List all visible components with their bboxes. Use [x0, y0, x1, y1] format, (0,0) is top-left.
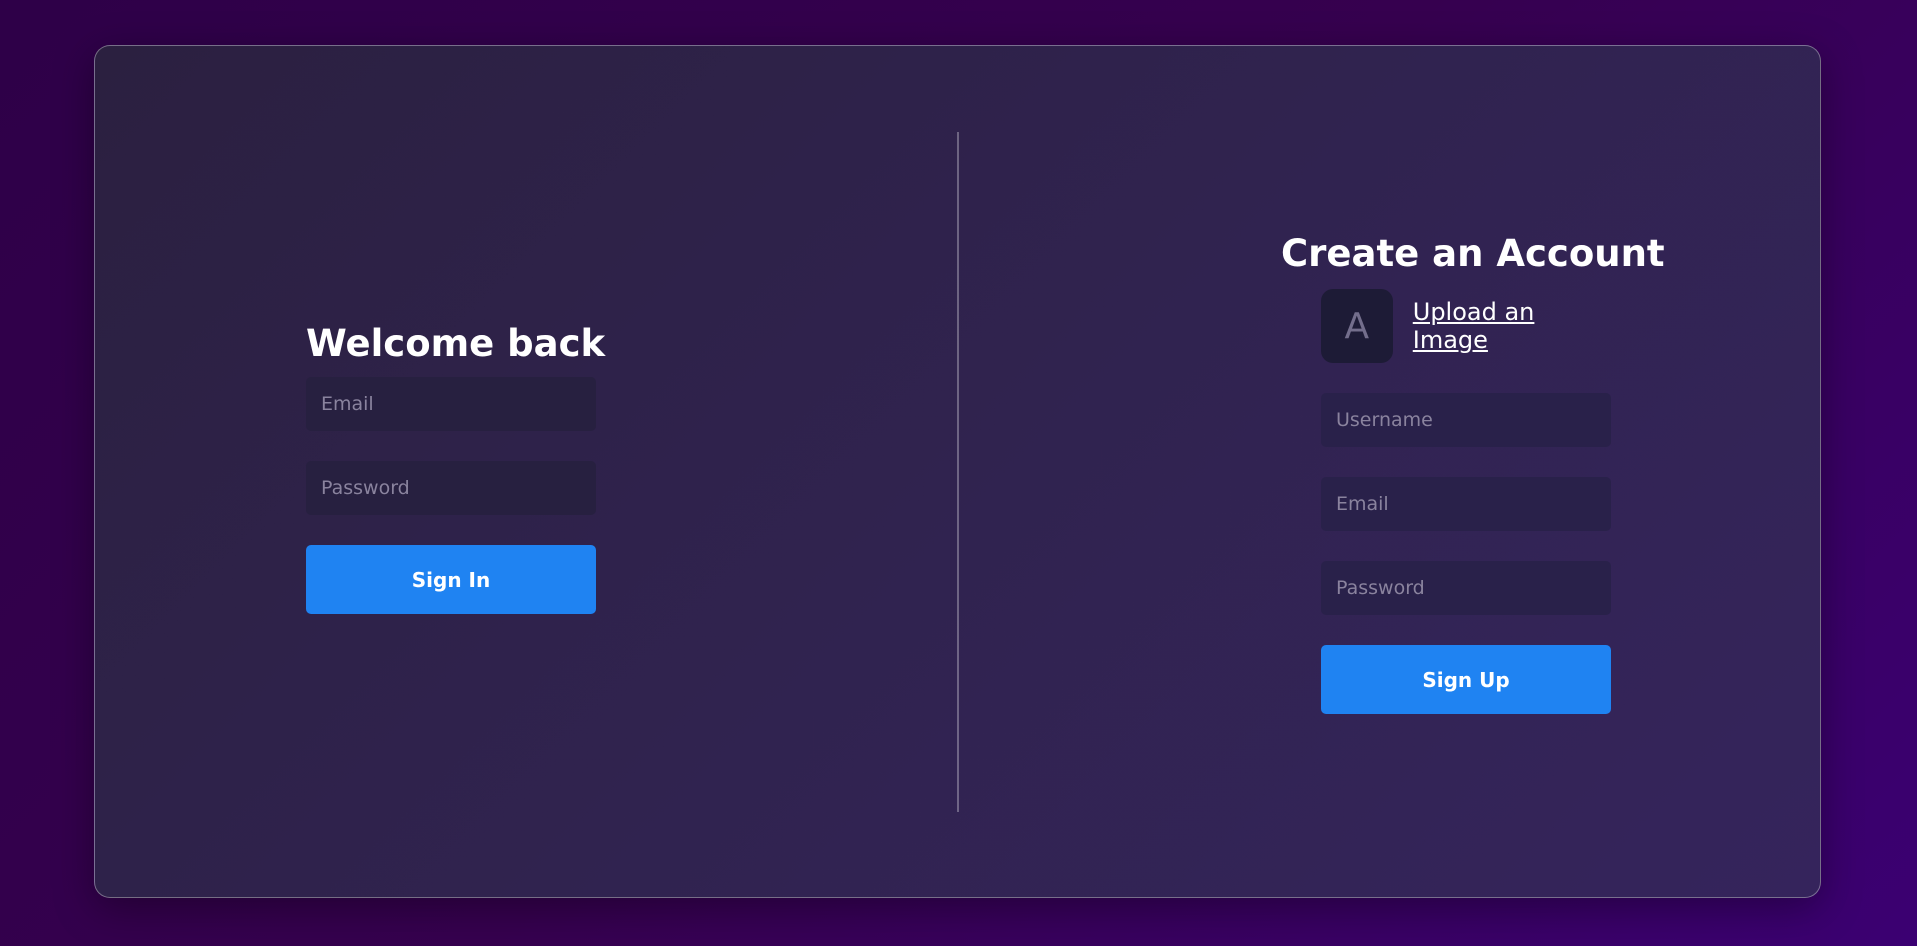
signup-title: Create an Account [1281, 232, 1665, 275]
signin-panel: Welcome back Sign In [306, 321, 606, 614]
signup-username-input[interactable] [1321, 393, 1611, 447]
signin-title: Welcome back [306, 322, 606, 365]
signup-email-input[interactable] [1321, 477, 1611, 531]
signup-password-input[interactable] [1321, 561, 1611, 615]
sign-up-button[interactable]: Sign Up [1321, 645, 1611, 714]
signup-panel: Create an Account A Upload an Image Sign… [1281, 231, 1665, 714]
avatar[interactable]: A [1321, 289, 1393, 363]
signin-email-input[interactable] [306, 377, 596, 431]
panel-divider [957, 132, 959, 812]
signin-password-input[interactable] [306, 461, 596, 515]
auth-card: Welcome back Sign In Create an Account A… [94, 45, 1821, 898]
avatar-initial: A [1344, 305, 1370, 347]
upload-image-link[interactable]: Upload an Image [1413, 298, 1611, 354]
sign-in-button[interactable]: Sign In [306, 545, 596, 614]
avatar-upload-row: A Upload an Image [1321, 289, 1611, 363]
